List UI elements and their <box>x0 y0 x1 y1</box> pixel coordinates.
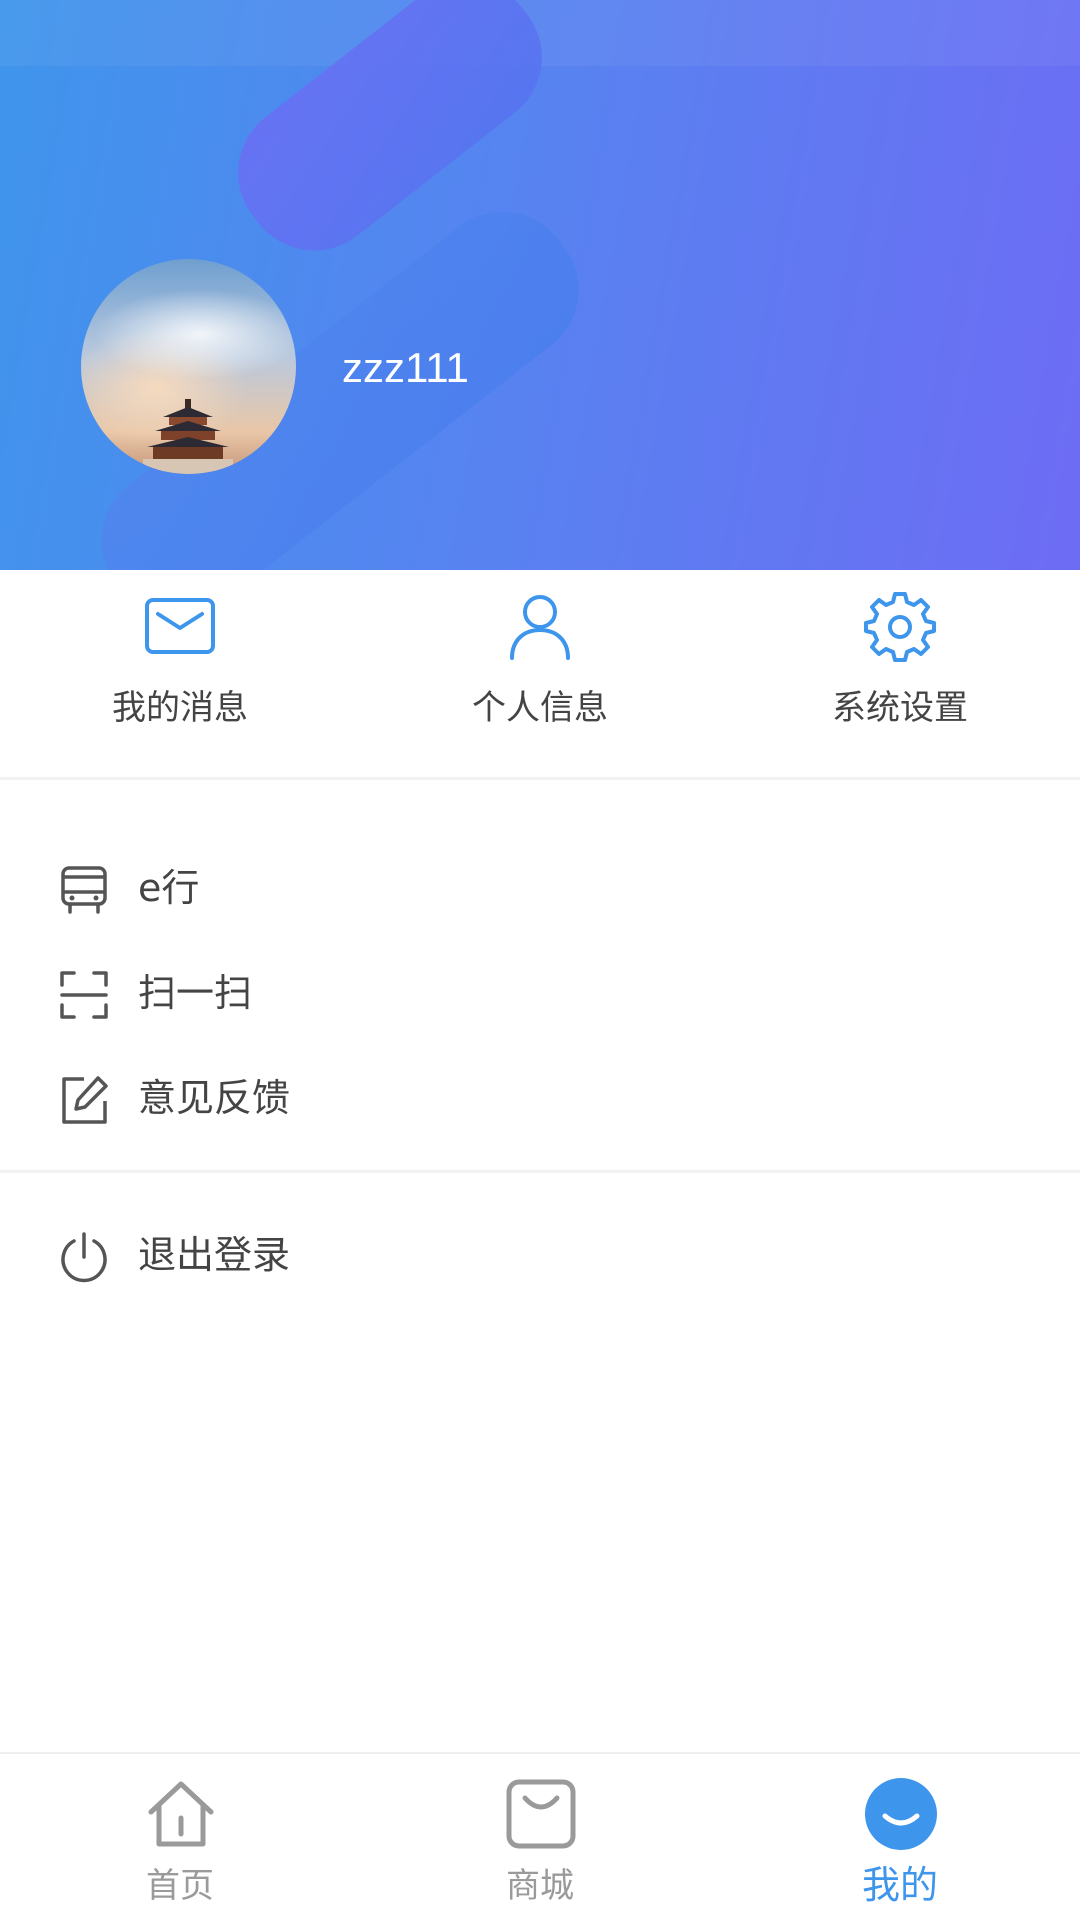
system-settings-button[interactable]: 系统设置 <box>720 570 1080 780</box>
profile-header: zzz111 <box>0 0 1080 570</box>
temple-of-heaven-photo <box>143 399 233 474</box>
avatar[interactable] <box>81 259 296 474</box>
edit-icon <box>62 1076 108 1124</box>
smile-icon <box>865 1778 937 1850</box>
power-icon <box>61 1232 107 1283</box>
scan-icon <box>60 971 108 1019</box>
gear-icon <box>864 592 936 662</box>
my-messages-button[interactable]: 我的消息 <box>0 570 360 780</box>
shopping-bag-icon <box>506 1779 576 1849</box>
my-messages-label: 我的消息 <box>112 688 248 728</box>
system-settings-label: 系统设置 <box>832 688 968 728</box>
menu-item-label: 意见反馈 <box>138 1076 291 1120</box>
logout-label: 退出登录 <box>138 1233 291 1277</box>
menu-item-e-travel[interactable]: e行 <box>0 838 1080 938</box>
menu-item-scan[interactable]: 扫一扫 <box>0 943 1080 1043</box>
menu-item-label: 扫一扫 <box>138 971 253 1015</box>
username: zzz111 <box>342 344 469 391</box>
tab-home[interactable]: 首页 <box>0 1754 360 1920</box>
tab-mall[interactable]: 商城 <box>360 1754 720 1920</box>
menu-item-label: e行 <box>138 866 200 910</box>
bus-icon <box>61 866 107 914</box>
person-icon <box>510 595 570 660</box>
tab-label: 首页 <box>146 1866 214 1906</box>
personal-info-label: 个人信息 <box>472 688 608 728</box>
tab-label: 我的 <box>861 1863 938 1907</box>
mail-icon <box>145 598 215 654</box>
quick-actions: 我的消息 个人信息 系统设置 <box>0 570 1080 780</box>
personal-info-button[interactable]: 个人信息 <box>360 570 720 780</box>
logout-button[interactable]: 退出登录 <box>0 1205 1080 1305</box>
menu-item-feedback[interactable]: 意见反馈 <box>0 1048 1080 1148</box>
tab-mine[interactable]: 我的 <box>720 1754 1080 1920</box>
bottom-tab-bar: 首页 商城 我的 <box>0 1752 1080 1920</box>
home-icon <box>148 1781 214 1847</box>
tab-label: 商城 <box>506 1866 574 1906</box>
menu-list: e行 扫一扫 意见反馈 <box>0 783 1080 1173</box>
